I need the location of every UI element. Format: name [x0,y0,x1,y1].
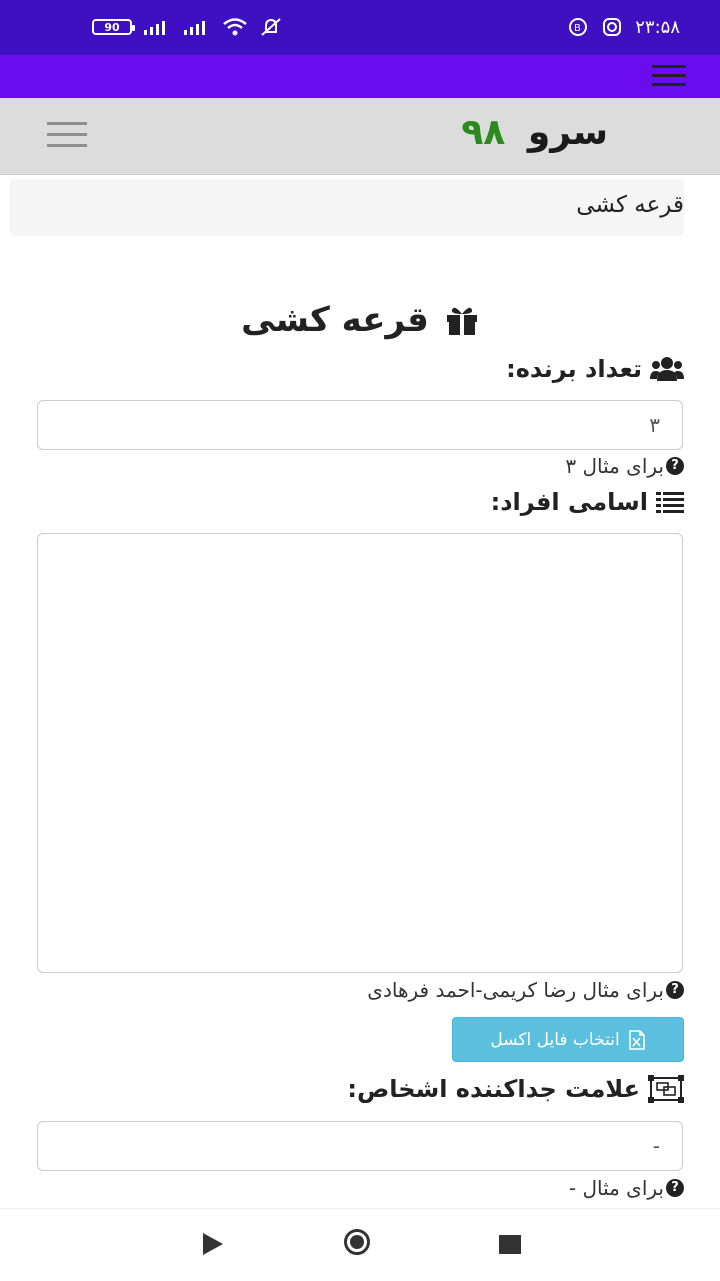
list-icon [656,492,684,513]
menu-icon[interactable] [652,65,686,87]
separator-label-row: علامت جداکننده اشخاص: [347,1075,684,1103]
separator-label: علامت جداکننده اشخاص: [347,1075,640,1103]
winners-count-input[interactable]: ۳ [37,400,683,450]
object-group-icon [648,1075,684,1103]
excel-button-label: انتخاب فایل اکسل [490,1029,620,1050]
chat-app-icon: B [569,18,588,36]
breadcrumb: قرعه کشی [10,179,684,236]
users-icon [650,357,684,381]
status-left-group: 90 [92,14,284,40]
page-title-row: قرعه کشی [0,293,720,347]
battery-icon: 90 [92,19,135,35]
signal-icon-2 [184,21,205,35]
nav-toggle-icon[interactable] [47,122,87,148]
names-hint-text: برای مثال رضا کریمی-احمد فرهادی [367,978,664,1002]
recent-apps-icon[interactable] [499,1235,521,1254]
excel-file-icon [628,1029,645,1050]
choose-excel-file-button[interactable]: انتخاب فایل اکسل [452,1017,684,1062]
status-right-group: B ۲۳:۵۸ [567,14,680,40]
instagram-icon [603,18,622,36]
gift-icon [446,307,477,335]
names-label-row: اسامی افراد: [491,488,684,516]
logo-number: ۹۸ [461,112,506,153]
top-bar [0,55,720,98]
svg-text:B: B [574,23,581,34]
separator-value: - [652,1134,660,1158]
clock: ۲۳:۵۸ [635,16,680,38]
winners-count-value: ۳ [649,413,660,437]
question-circle-icon: ? [666,981,684,999]
names-label: اسامی افراد: [490,488,648,516]
winners-hint: ? برای مثال ۳ [565,454,684,478]
question-circle-icon: ? [666,457,684,475]
question-circle-icon: ? [666,1179,684,1197]
logo-word: سرو [527,112,608,153]
winners-label: تعداد برنده: [506,355,642,383]
separator-hint: ? برای مثال - [569,1176,684,1200]
names-hint: ? برای مثال رضا کریمی-احمد فرهادی [367,978,684,1002]
site-header: سرو ۹۸ [0,98,720,175]
breadcrumb-current: قرعه کشی [576,192,684,218]
signal-icon [144,21,165,35]
bell-muted-icon [261,18,281,36]
page-title: قرعه کشی [241,300,429,340]
winners-hint-text: برای مثال ۳ [565,454,664,478]
battery-level: 90 [104,20,120,34]
names-textarea[interactable] [37,533,683,973]
back-icon[interactable] [203,1233,223,1255]
system-nav-bar [0,1208,720,1281]
status-bar: 90 B ۲۳:۵۸ [0,0,720,55]
wifi-icon [223,18,247,36]
home-icon[interactable] [344,1229,370,1255]
site-logo[interactable]: سرو ۹۸ [461,112,608,153]
separator-hint-text: برای مثال - [568,1176,664,1200]
separator-input[interactable]: - [37,1121,683,1171]
winners-label-row: تعداد برنده: [506,355,684,383]
